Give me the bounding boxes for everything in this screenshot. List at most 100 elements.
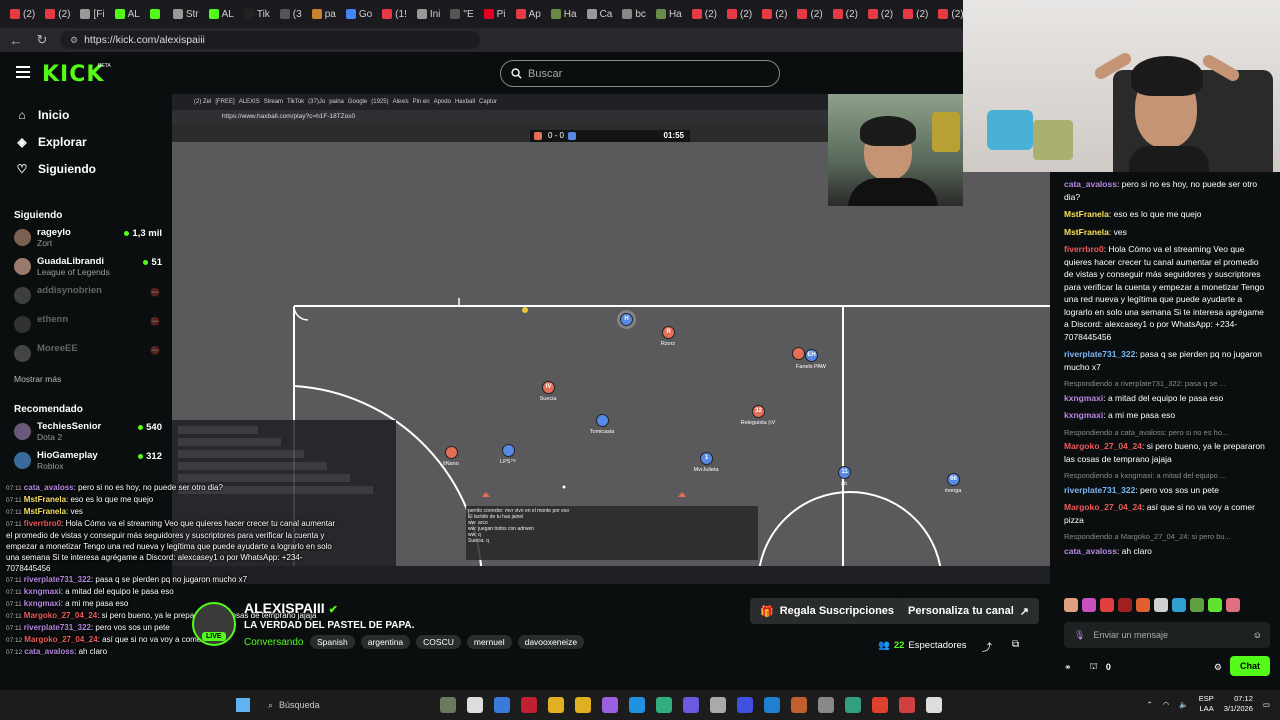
browser-tab[interactable]: Go [342,3,376,25]
sidebar-channel-hiogameplay[interactable]: HioGameplay Roblox 312 [0,448,172,477]
browser-tab[interactable]: (3 [276,3,306,25]
emote-icon[interactable] [1226,598,1240,612]
taskbar-app-icon[interactable] [791,697,807,713]
nav-following[interactable]: ♡ Siguiendo [0,155,172,182]
tag[interactable]: Spanish [310,635,355,649]
browser-tab[interactable] [146,3,167,25]
emote-icon[interactable] [1064,598,1078,612]
chat-username[interactable]: riverplate731_322 [1064,485,1135,495]
chat-reply-context[interactable]: Respondiendo a cata_avaloss: pero si no … [1064,427,1266,440]
back-icon[interactable]: ← [8,33,24,48]
chat-username[interactable]: kxngmaxi [1064,393,1103,403]
browser-tab[interactable]: (2) [688,3,721,25]
search-input[interactable]: Buscar [500,60,780,87]
taskbar-app-icon[interactable] [548,697,564,713]
browser-tab[interactable]: (2) [899,3,932,25]
taskbar-app-icon[interactable] [926,697,942,713]
chat-reply-context[interactable]: Respondiendo a riverplate731_322: pasa q… [1064,378,1266,391]
emote-icon[interactable] [1136,598,1150,612]
language-indicator[interactable]: ESP LAA [1199,694,1214,714]
browser-tab[interactable]: Ha [652,3,686,25]
taskbar-app-icon[interactable] [818,697,834,713]
sidebar-channel-techiessenior[interactable]: TechiesSenior Dota 2 540 [0,419,172,448]
chat-username[interactable]: cata_avaloss [1064,179,1117,189]
menu-icon[interactable] [16,66,30,78]
browser-tab[interactable]: Ca [583,3,617,25]
taskbar-app-icon[interactable] [521,697,537,713]
gift-subs-button[interactable]: 🎁 Regala Suscripciones [750,598,905,624]
share-icon[interactable]: ⤴ [982,639,992,654]
chat-username[interactable]: cata_avaloss [1064,546,1117,556]
sidebar-channel-addisynobrien[interactable]: addisynobrien ⛔ [0,283,172,312]
browser-tab[interactable]: bc [618,3,650,25]
taskbar-app-icon[interactable] [494,697,510,713]
taskbar-app-icon[interactable] [899,697,915,713]
reload-icon[interactable]: ↻ [34,32,50,48]
taskbar-search[interactable]: ⌕ Búsqueda [262,696,422,714]
browser-tab[interactable]: (2) [6,3,39,25]
taskbar-app-icon[interactable] [575,697,591,713]
taskbar-app-icon[interactable] [467,697,483,713]
emote-icon[interactable] [1082,598,1096,612]
browser-tab[interactable]: [Fi [76,3,108,25]
emote-icon[interactable]: ☺ [1253,630,1262,640]
clip-icon[interactable]: ⧉ [1012,639,1019,650]
browser-tab[interactable]: Ha [547,3,581,25]
show-more-link[interactable]: Mostrar más [0,370,172,388]
browser-tab[interactable]: (2) [864,3,897,25]
browser-tab[interactable]: AL [111,3,144,25]
stream-category[interactable]: Conversando [244,637,303,648]
kick-points-icon[interactable]: ⚭ [1064,662,1072,673]
browser-tab[interactable]: (2) [793,3,826,25]
tag[interactable]: COSCU [416,635,461,649]
browser-tab[interactable]: Str [169,3,203,25]
browser-tab[interactable]: (2) [723,3,756,25]
emote-icon[interactable] [1118,598,1132,612]
microphone-icon[interactable]: 🎙 [1074,630,1085,641]
browser-tab[interactable]: AL [205,3,238,25]
sidebar-channel-rageylo[interactable]: rageylo Zort 1,3 mil [0,225,172,254]
chat-username[interactable]: Margoko_27_04_24 [1064,502,1142,512]
taskbar-app-icon[interactable] [710,697,726,713]
browser-tab[interactable]: (2) [829,3,862,25]
gift-icon[interactable]: ⛫ [1090,661,1098,673]
browser-tab[interactable]: (2) [758,3,791,25]
browser-tab[interactable]: "E [446,3,477,25]
sidebar-channel-moreeee[interactable]: MoreeEE ⛔ [0,341,172,370]
nav-home[interactable]: ⌂ Inicio [0,101,172,128]
browser-tab[interactable]: (1! [378,3,411,25]
windows-start-icon[interactable] [236,698,250,712]
browser-tab[interactable]: Pi [480,3,510,25]
kick-logo[interactable]: KICK [42,62,104,87]
chat-username[interactable]: kxngmaxi [1064,410,1103,420]
chat-username[interactable]: Margoko_27_04_24 [1064,441,1142,451]
notification-icon[interactable]: ▭ [1263,700,1270,709]
taskbar-clock[interactable]: 07:12 3/1/2026 [1224,694,1253,714]
tag[interactable]: mernuel [466,635,512,649]
chat-username[interactable]: riverplate731_322 [1064,349,1135,359]
wifi-icon[interactable]: ◠ [1163,700,1170,709]
tag[interactable]: argentina [360,635,411,649]
browser-tab[interactable]: Ap [512,3,545,25]
taskbar-app-icon[interactable] [872,697,888,713]
taskbar-app-icon[interactable] [737,697,753,713]
browser-tab[interactable]: pa [308,3,340,25]
emote-icon[interactable] [1154,598,1168,612]
taskbar-app-icon[interactable] [683,697,699,713]
browser-tab[interactable]: Ini [413,3,445,25]
taskbar-app-icon[interactable] [656,697,672,713]
taskbar-app-icon[interactable] [440,697,456,713]
volume-icon[interactable]: 🔈 [1179,700,1188,709]
emote-icon[interactable] [1208,598,1222,612]
chat-username[interactable]: fiverrbro0 [1064,244,1104,254]
taskbar-app-icon[interactable] [845,697,861,713]
url-field[interactable]: ⚙ https://kick.com/alexispaiii [60,31,480,49]
emote-icon[interactable] [1172,598,1186,612]
browser-tab[interactable]: Tik [240,3,274,25]
chat-reply-context[interactable]: Respondiendo a Margoko_27_04_24: si pero… [1064,531,1266,544]
customize-channel-button[interactable]: Personaliza tu canal ↗ [898,598,1039,624]
chat-username[interactable]: MstFranela [1064,209,1109,219]
chat-reply-context[interactable]: Respondiendo a kxngmaxi: a mitad del equ… [1064,470,1266,483]
settings-icon[interactable]: ⚙ [1214,662,1222,673]
chevron-up-icon[interactable]: ⌃ [1147,700,1153,709]
